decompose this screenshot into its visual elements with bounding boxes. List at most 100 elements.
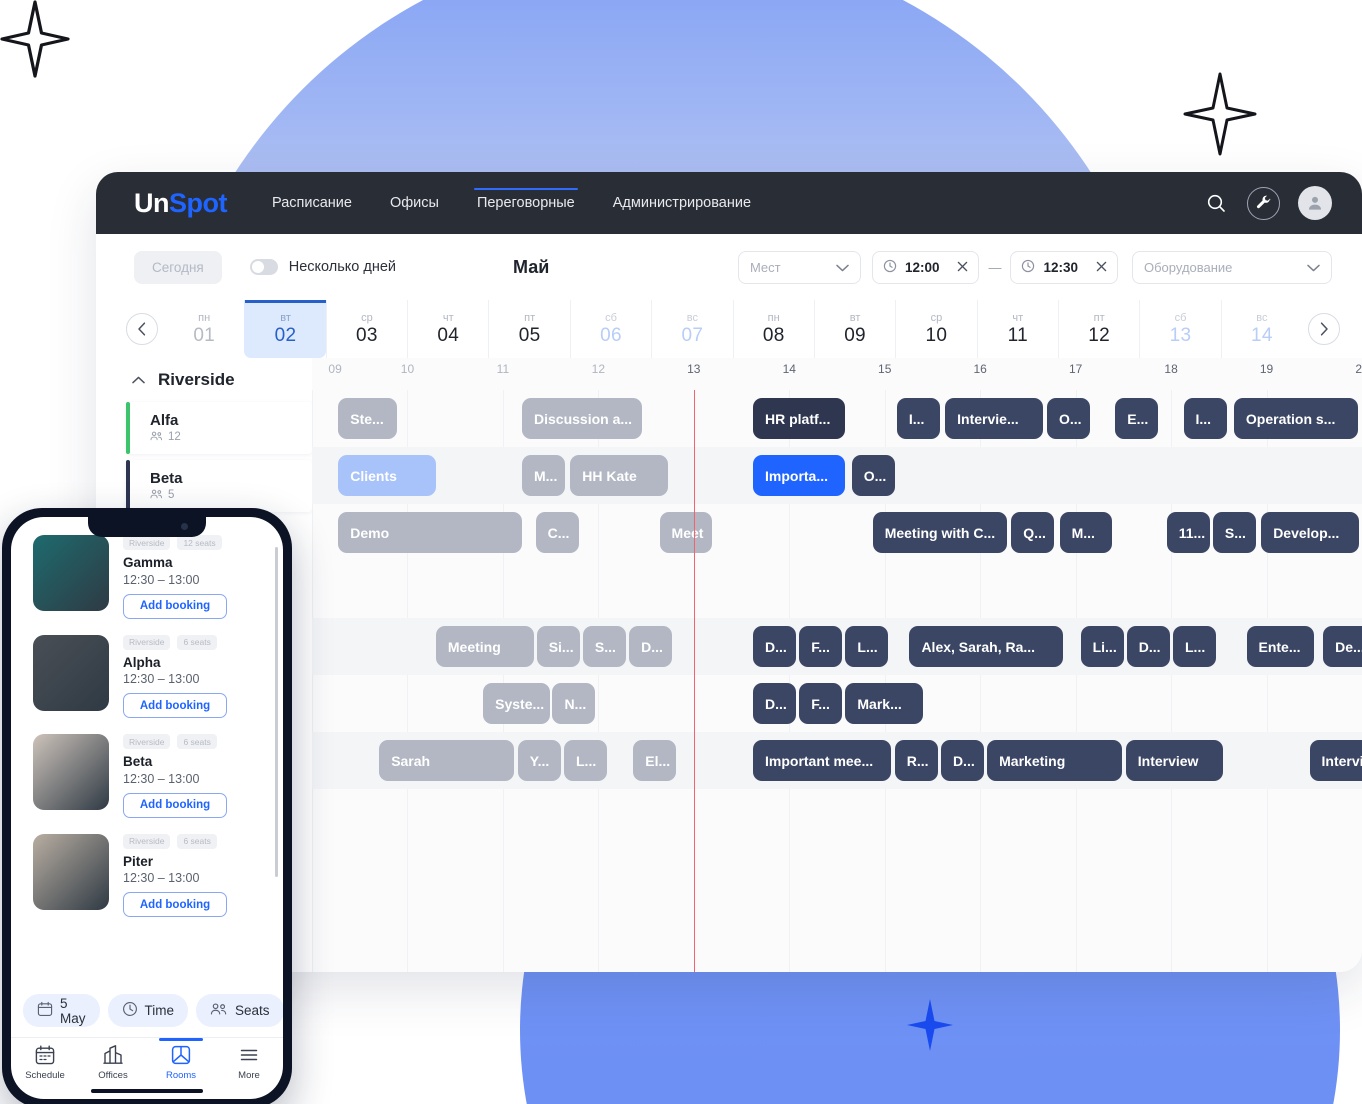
booking-block[interactable]: Meet [659,512,713,553]
timeline-row[interactable]: Meeting Si... S... D... D... F... L... Alex, Sa… [312,618,1362,675]
booking-block[interactable]: Ste... [338,398,398,439]
booking-block[interactable]: L... [1173,626,1217,667]
booking-block[interactable]: Alex, Sarah, Ra... [909,626,1063,667]
room-card-list[interactable]: Riverside 12 seats Gamma 12:30 – 13:00 Add b… [11,517,283,986]
booking-block[interactable]: Operation s... [1233,398,1358,439]
booking-block[interactable]: Discussion a... [522,398,642,439]
booking-block[interactable]: E... [1115,398,1159,439]
booking-block[interactable]: Meeting with C... [872,512,1008,553]
booking-block[interactable]: I... [896,398,940,439]
day-cell-11[interactable]: чт 11 [976,300,1058,358]
booking-block[interactable]: Demo [338,512,522,553]
booking-block[interactable]: De... [1323,626,1362,667]
room-group-header[interactable]: Riverside [126,358,312,402]
timeline-row[interactable]: Ste... Discussion a... HR platf... I... Inte… [312,390,1362,447]
booking-block[interactable]: Q... [1011,512,1055,553]
room-card[interactable]: Riverside 6 seats Piter 12:30 – 13:00 Add bo… [33,833,273,918]
user-avatar-icon[interactable] [1298,186,1332,220]
booking-block[interactable]: R... [894,740,938,781]
add-booking-button[interactable]: Add booking [123,792,227,818]
booking-block[interactable]: F... [799,683,843,724]
search-icon[interactable] [1203,190,1229,216]
day-cell-08[interactable]: пн 08 [732,300,814,358]
day-cell-02[interactable]: вт 02 [244,300,327,358]
nav-item-schedule[interactable]: Расписание [272,172,352,234]
close-icon[interactable] [1096,260,1107,275]
prev-week-button[interactable] [126,313,158,345]
booking-block[interactable]: M... [522,455,566,496]
booking-block[interactable]: HR platf... [753,398,846,439]
booking-block[interactable]: Marketing [987,740,1122,781]
booking-block[interactable]: Meeting [435,626,534,667]
booking-block[interactable]: N... [552,683,596,724]
time-to-field[interactable]: 12:30 [1010,250,1118,284]
booking-block[interactable]: Mark... [845,683,924,724]
nav-item-meeting-rooms[interactable]: Переговорные [473,172,578,234]
chevron-up-icon[interactable] [132,371,145,389]
timeline-row[interactable]: Clients M... HH Kate Importa... O... [312,447,1362,504]
tab-schedule[interactable]: Schedule [11,1044,79,1099]
day-cell-01[interactable]: пн 01 [164,300,244,358]
wrench-icon[interactable] [1247,186,1280,220]
booking-block[interactable]: S... [582,626,626,667]
booking-block[interactable]: Importa... [753,455,846,496]
day-cell-09[interactable]: вт 09 [813,300,895,358]
booking-block[interactable]: F... [799,626,843,667]
booking-block[interactable]: Interview [1125,740,1224,781]
booking-block[interactable]: Develop... [1261,512,1359,553]
today-button[interactable]: Сегодня [134,250,222,284]
add-booking-button[interactable]: Add booking [123,693,227,719]
multiday-toggle-group[interactable]: Несколько дней [249,259,396,275]
day-cell-07[interactable]: вс 07 [651,300,732,358]
day-cell-13[interactable]: сб 13 [1139,300,1220,358]
timeline-row[interactable] [312,789,1362,846]
filter-seats-chip[interactable]: Seats [196,994,283,1027]
booking-block[interactable]: Ente... [1246,626,1314,667]
app-logo[interactable]: UnSpot [134,188,228,219]
timeline-row[interactable]: Sarah Y... L... El... Important mee... R... D.… [312,732,1362,789]
timeline-row[interactable]: Syste... N... D... F... Mark... [312,675,1362,732]
day-cell-12[interactable]: пт 12 [1057,300,1139,358]
booking-block[interactable]: Important mee... [753,740,891,781]
booking-block[interactable]: Sarah [379,740,514,781]
timeline-row[interactable]: Demo C... Meet Meeting with C... Q... M... 11.… [312,504,1362,561]
seats-select[interactable]: Мест [737,250,861,284]
multiday-toggle[interactable] [249,259,278,275]
day-cell-03[interactable]: ср 03 [325,300,407,358]
day-cell-10[interactable]: ср 10 [895,300,976,358]
booking-block[interactable]: D... [753,683,797,724]
booking-block[interactable]: L... [564,740,608,781]
timeline-row[interactable] [312,561,1362,618]
booking-block[interactable]: Intervie... [945,398,1043,439]
filter-time-chip[interactable]: Time [107,994,188,1027]
booking-block[interactable]: Interview [1309,740,1362,781]
booking-block[interactable]: Li... [1080,626,1124,667]
nav-item-administration[interactable]: Администрирование [613,172,751,234]
room-card[interactable]: Riverside 12 seats Gamma 12:30 – 13:00 Add b… [33,535,273,619]
close-icon[interactable] [957,260,968,275]
booking-block[interactable]: Y... [517,740,561,781]
booking-block[interactable]: C... [535,512,579,553]
next-week-button[interactable] [1308,313,1340,345]
room-card[interactable]: Riverside 6 seats Alpha 12:30 – 13:00 Add bo… [33,634,273,719]
booking-block[interactable]: D... [629,626,673,667]
booking-block[interactable]: Si... [536,626,580,667]
day-cell-04[interactable]: чт 04 [407,300,488,358]
booking-block[interactable]: O... [1047,398,1091,439]
add-booking-button[interactable]: Add booking [123,593,227,619]
room-card[interactable]: Riverside 6 seats Beta 12:30 – 13:00 Add boo… [33,734,273,818]
nav-item-offices[interactable]: Офисы [390,172,439,234]
booking-block[interactable]: S... [1212,512,1256,553]
booking-block[interactable]: D... [1126,626,1170,667]
booking-block[interactable]: M... [1059,512,1113,553]
tab-more[interactable]: More [215,1044,283,1099]
room-item-alfa[interactable]: Alfa 12 [126,402,312,454]
filter-date-chip[interactable]: 5 May [23,994,100,1027]
booking-block[interactable]: O... [851,455,895,496]
day-cell-14[interactable]: вс 14 [1220,300,1302,358]
booking-block[interactable]: D... [940,740,984,781]
add-booking-button[interactable]: Add booking [123,892,227,918]
booking-block[interactable]: 11... [1166,512,1210,553]
booking-block[interactable]: D... [753,626,797,667]
booking-block[interactable]: HH Kate [570,455,668,496]
